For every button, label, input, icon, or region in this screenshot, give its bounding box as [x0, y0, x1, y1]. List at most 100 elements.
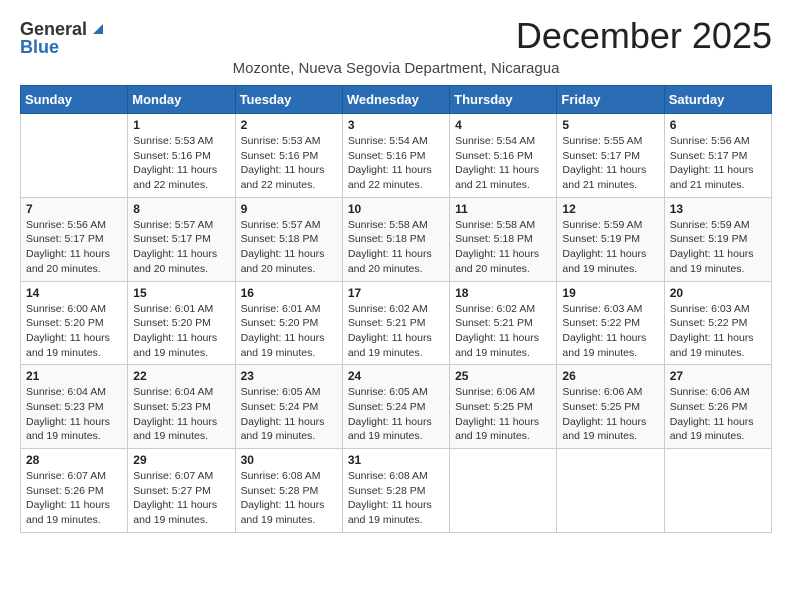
- calendar-cell: [664, 449, 771, 533]
- calendar-cell: 27Sunrise: 6:06 AMSunset: 5:26 PMDayligh…: [664, 365, 771, 449]
- day-info: Sunrise: 6:03 AMSunset: 5:22 PMDaylight:…: [562, 302, 658, 361]
- day-info: Sunrise: 5:58 AMSunset: 5:18 PMDaylight:…: [455, 218, 551, 277]
- day-number: 25: [455, 369, 551, 383]
- day-number: 24: [348, 369, 444, 383]
- day-info: Sunrise: 6:07 AMSunset: 5:27 PMDaylight:…: [133, 469, 229, 528]
- day-number: 31: [348, 453, 444, 467]
- day-number: 28: [26, 453, 122, 467]
- calendar-cell: 25 Sunrise: 6:06 AMSunset: 5:25 PMDayligh…: [450, 365, 557, 449]
- month-title: December 2025: [516, 16, 772, 56]
- calendar-cell: 19 Sunrise: 6:03 AMSunset: 5:22 PMDayligh…: [557, 281, 664, 365]
- calendar-cell: 23 Sunrise: 6:05 AMSunset: 5:24 PMDayligh…: [235, 365, 342, 449]
- day-info: Sunrise: 6:05 AMSunset: 5:24 PMDaylight:…: [348, 385, 444, 444]
- calendar-cell: 12Sunrise: 5:59 AMSunset: 5:19 PMDayligh…: [557, 197, 664, 281]
- logo: General Blue: [20, 20, 107, 56]
- calendar-table: SundayMondayTuesdayWednesdayThursdayFrid…: [20, 85, 772, 533]
- day-info: Sunrise: 5:53 AMSunset: 5:16 PMDaylight:…: [241, 134, 337, 193]
- calendar-cell: 6 Sunrise: 5:56 AMSunset: 5:17 PMDaylight…: [664, 114, 771, 198]
- day-info: Sunrise: 6:05 AMSunset: 5:24 PMDaylight:…: [241, 385, 337, 444]
- calendar-cell: 24 Sunrise: 6:05 AMSunset: 5:24 PMDayligh…: [342, 365, 449, 449]
- logo-general-text: General: [20, 20, 87, 38]
- day-number: 26: [562, 369, 658, 383]
- day-number: 27: [670, 369, 766, 383]
- day-info: Sunrise: 5:57 AMSunset: 5:17 PMDaylight:…: [133, 218, 229, 277]
- calendar-cell: 14 Sunrise: 6:00 AMSunset: 5:20 PMDayligh…: [21, 281, 128, 365]
- day-number: 13: [670, 202, 766, 216]
- day-number: 8: [133, 202, 229, 216]
- calendar-cell: [21, 114, 128, 198]
- calendar-cell: 18Sunrise: 6:02 AMSunset: 5:21 PMDayligh…: [450, 281, 557, 365]
- day-info: Sunrise: 6:08 AMSunset: 5:28 PMDaylight:…: [348, 469, 444, 528]
- day-number: 23: [241, 369, 337, 383]
- calendar-cell: 3 Sunrise: 5:54 AMSunset: 5:16 PMDaylight…: [342, 114, 449, 198]
- calendar-cell: 2 Sunrise: 5:53 AMSunset: 5:16 PMDaylight…: [235, 114, 342, 198]
- calendar-cell: 29 Sunrise: 6:07 AMSunset: 5:27 PMDayligh…: [128, 449, 235, 533]
- day-info: Sunrise: 6:06 AMSunset: 5:25 PMDaylight:…: [455, 385, 551, 444]
- calendar-cell: 1Sunrise: 5:53 AMSunset: 5:16 PMDaylight…: [128, 114, 235, 198]
- calendar-week-1: 1Sunrise: 5:53 AMSunset: 5:16 PMDaylight…: [21, 114, 772, 198]
- calendar-cell: 11 Sunrise: 5:58 AMSunset: 5:18 PMDayligh…: [450, 197, 557, 281]
- dow-header-saturday: Saturday: [664, 86, 771, 114]
- calendar-cell: [450, 449, 557, 533]
- day-info: Sunrise: 5:54 AMSunset: 5:16 PMDaylight:…: [455, 134, 551, 193]
- day-info: Sunrise: 5:58 AMSunset: 5:18 PMDaylight:…: [348, 218, 444, 277]
- calendar-cell: 5 Sunrise: 5:55 AMSunset: 5:17 PMDaylight…: [557, 114, 664, 198]
- day-info: Sunrise: 6:04 AMSunset: 5:23 PMDaylight:…: [26, 385, 122, 444]
- calendar-week-2: 7Sunrise: 5:56 AMSunset: 5:17 PMDaylight…: [21, 197, 772, 281]
- calendar-cell: 28 Sunrise: 6:07 AMSunset: 5:26 PMDayligh…: [21, 449, 128, 533]
- day-number: 3: [348, 118, 444, 132]
- dow-header-sunday: Sunday: [21, 86, 128, 114]
- page-header: General Blue December 2025: [20, 16, 772, 56]
- dow-header-thursday: Thursday: [450, 86, 557, 114]
- day-number: 17: [348, 286, 444, 300]
- calendar-week-3: 14 Sunrise: 6:00 AMSunset: 5:20 PMDayligh…: [21, 281, 772, 365]
- calendar-cell: 26Sunrise: 6:06 AMSunset: 5:25 PMDayligh…: [557, 365, 664, 449]
- calendar-cell: 7Sunrise: 5:56 AMSunset: 5:17 PMDaylight…: [21, 197, 128, 281]
- day-number: 30: [241, 453, 337, 467]
- day-info: Sunrise: 5:54 AMSunset: 5:16 PMDaylight:…: [348, 134, 444, 193]
- logo-triangle-icon: [89, 20, 107, 38]
- day-number: 6: [670, 118, 766, 132]
- calendar-cell: 15Sunrise: 6:01 AMSunset: 5:20 PMDayligh…: [128, 281, 235, 365]
- calendar-week-4: 21Sunrise: 6:04 AMSunset: 5:23 PMDayligh…: [21, 365, 772, 449]
- day-number: 18: [455, 286, 551, 300]
- day-info: Sunrise: 6:01 AMSunset: 5:20 PMDaylight:…: [241, 302, 337, 361]
- day-number: 29: [133, 453, 229, 467]
- day-info: Sunrise: 6:04 AMSunset: 5:23 PMDaylight:…: [133, 385, 229, 444]
- day-number: 4: [455, 118, 551, 132]
- dow-header-friday: Friday: [557, 86, 664, 114]
- dow-header-wednesday: Wednesday: [342, 86, 449, 114]
- calendar-cell: 20 Sunrise: 6:03 AMSunset: 5:22 PMDayligh…: [664, 281, 771, 365]
- day-number: 14: [26, 286, 122, 300]
- day-info: Sunrise: 6:02 AMSunset: 5:21 PMDaylight:…: [348, 302, 444, 361]
- calendar-cell: 16 Sunrise: 6:01 AMSunset: 5:20 PMDayligh…: [235, 281, 342, 365]
- dow-header-tuesday: Tuesday: [235, 86, 342, 114]
- calendar-cell: 22 Sunrise: 6:04 AMSunset: 5:23 PMDayligh…: [128, 365, 235, 449]
- calendar-cell: 9Sunrise: 5:57 AMSunset: 5:18 PMDaylight…: [235, 197, 342, 281]
- day-info: Sunrise: 5:56 AMSunset: 5:17 PMDaylight:…: [670, 134, 766, 193]
- day-number: 19: [562, 286, 658, 300]
- day-number: 22: [133, 369, 229, 383]
- day-number: 7: [26, 202, 122, 216]
- day-number: 16: [241, 286, 337, 300]
- day-number: 20: [670, 286, 766, 300]
- day-of-week-row: SundayMondayTuesdayWednesdayThursdayFrid…: [21, 86, 772, 114]
- dow-header-monday: Monday: [128, 86, 235, 114]
- day-number: 11: [455, 202, 551, 216]
- day-info: Sunrise: 6:03 AMSunset: 5:22 PMDaylight:…: [670, 302, 766, 361]
- day-info: Sunrise: 5:55 AMSunset: 5:17 PMDaylight:…: [562, 134, 658, 193]
- day-info: Sunrise: 6:08 AMSunset: 5:28 PMDaylight:…: [241, 469, 337, 528]
- day-number: 2: [241, 118, 337, 132]
- day-number: 15: [133, 286, 229, 300]
- calendar-cell: 30 Sunrise: 6:08 AMSunset: 5:28 PMDayligh…: [235, 449, 342, 533]
- day-info: Sunrise: 6:07 AMSunset: 5:26 PMDaylight:…: [26, 469, 122, 528]
- day-info: Sunrise: 6:00 AMSunset: 5:20 PMDaylight:…: [26, 302, 122, 361]
- day-info: Sunrise: 5:57 AMSunset: 5:18 PMDaylight:…: [241, 218, 337, 277]
- day-number: 10: [348, 202, 444, 216]
- location-subtitle: Mozonte, Nueva Segovia Department, Nicar…: [20, 60, 772, 77]
- day-info: Sunrise: 5:53 AMSunset: 5:16 PMDaylight:…: [133, 134, 229, 193]
- calendar-cell: 13Sunrise: 5:59 AMSunset: 5:19 PMDayligh…: [664, 197, 771, 281]
- day-number: 5: [562, 118, 658, 132]
- calendar-cell: 4 Sunrise: 5:54 AMSunset: 5:16 PMDaylight…: [450, 114, 557, 198]
- logo-blue-text: Blue: [20, 38, 59, 56]
